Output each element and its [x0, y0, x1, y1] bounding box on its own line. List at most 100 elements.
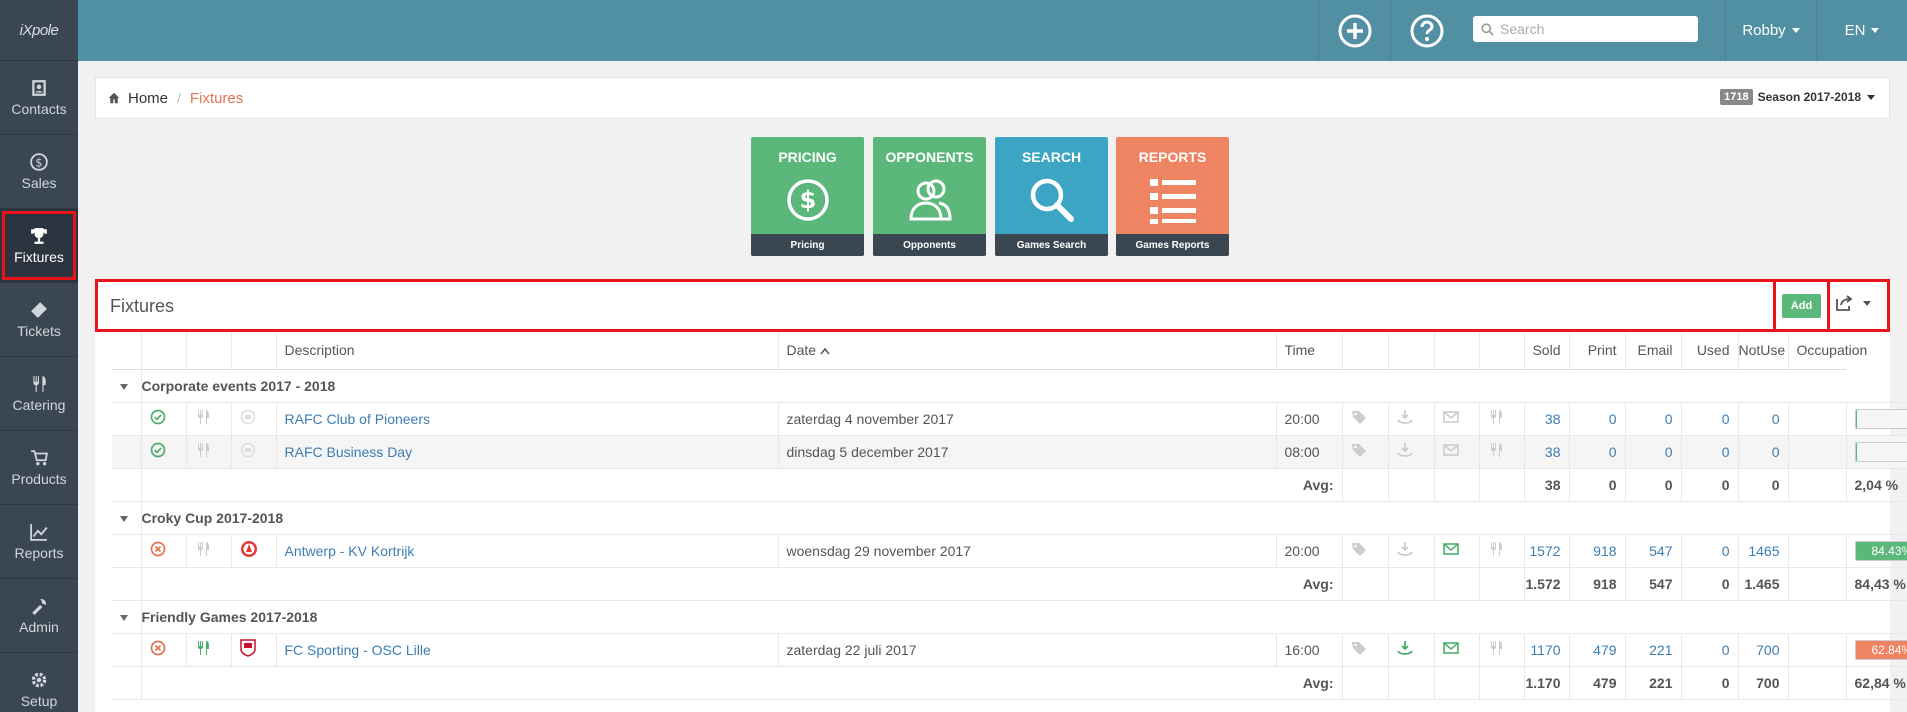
catering-menu-cell[interactable]	[1478, 435, 1524, 469]
print-cell[interactable]: 0	[1568, 402, 1625, 436]
sold-cell[interactable]: 1170	[1523, 633, 1569, 667]
sold-cell[interactable]: 38	[1523, 402, 1569, 436]
group-toggle[interactable]	[112, 600, 141, 634]
group-toggle[interactable]	[112, 501, 141, 535]
catering-cell[interactable]	[185, 534, 231, 568]
used-value[interactable]: 0	[1722, 642, 1730, 658]
table-row[interactable]: FC Sporting - OSC Lille zaterdag 22 juli …	[112, 633, 1907, 667]
column-notuse[interactable]: NotUse	[1737, 332, 1788, 370]
notuse-value[interactable]: 0	[1772, 411, 1780, 427]
print-cell[interactable]: 918	[1568, 534, 1625, 568]
catering-menu-cell[interactable]	[1478, 534, 1524, 568]
email-value[interactable]: 547	[1649, 543, 1672, 559]
fixture-link[interactable]: RAFC Club of Pioneers	[285, 411, 431, 427]
column-sold[interactable]: Sold	[1523, 332, 1569, 370]
email-value[interactable]: 0	[1665, 411, 1673, 427]
status-cell[interactable]	[140, 402, 186, 436]
catering-cell[interactable]	[185, 633, 231, 667]
download-cell[interactable]	[1387, 435, 1434, 469]
column-print[interactable]: Print	[1568, 332, 1625, 370]
column-occupation[interactable]: Occupation	[1787, 332, 1867, 370]
print-value[interactable]: 918	[1593, 543, 1616, 559]
download-cell[interactable]	[1387, 534, 1434, 568]
sold-cell[interactable]: 1572	[1523, 534, 1569, 568]
group-row[interactable]: Corporate events 2017 - 2018	[112, 369, 1907, 403]
catering-menu-cell[interactable]	[1478, 402, 1524, 436]
email-count-cell[interactable]: 0	[1624, 435, 1681, 469]
print-cell[interactable]: 0	[1568, 435, 1625, 469]
status-cell[interactable]	[140, 534, 186, 568]
notuse-cell[interactable]: 0	[1737, 402, 1788, 436]
used-value[interactable]: 0	[1722, 543, 1730, 559]
logo[interactable]: iXpole	[0, 0, 78, 61]
language-menu[interactable]: EN	[1816, 0, 1907, 61]
search-box[interactable]	[1473, 16, 1698, 42]
sidebar-item-contacts[interactable]: Contacts	[0, 61, 78, 135]
sidebar-item-catering[interactable]: Catering	[0, 357, 78, 431]
tile-pricing[interactable]: PRICING $ Pricing	[751, 137, 864, 256]
description-cell[interactable]: FC Sporting - OSC Lille	[275, 633, 778, 667]
sold-value[interactable]: 1170	[1530, 642, 1560, 658]
used-cell[interactable]: 0	[1680, 633, 1738, 667]
print-value[interactable]: 0	[1609, 444, 1617, 460]
sidebar-item-sales[interactable]: $ Sales	[0, 135, 78, 209]
group-toggle[interactable]	[112, 369, 141, 403]
sold-cell[interactable]: 38	[1523, 435, 1569, 469]
description-cell[interactable]: RAFC Business Day	[275, 435, 778, 469]
pricing-cell[interactable]	[1341, 435, 1388, 469]
used-cell[interactable]: 0	[1680, 402, 1738, 436]
used-cell[interactable]: 0	[1680, 435, 1738, 469]
sold-value[interactable]: 38	[1545, 411, 1561, 427]
column-description[interactable]: Description	[275, 332, 778, 370]
sidebar-item-products[interactable]: Products	[0, 431, 78, 505]
add-new-button[interactable]	[1318, 0, 1390, 61]
print-value[interactable]: 479	[1593, 642, 1616, 658]
used-value[interactable]: 0	[1722, 411, 1730, 427]
breadcrumb-home[interactable]: Home	[108, 90, 168, 107]
notuse-cell[interactable]: 1465	[1737, 534, 1788, 568]
season-selector[interactable]: 1718 Season 2017-2018	[1720, 89, 1875, 105]
search-input[interactable]	[1500, 21, 1690, 37]
sidebar-item-tickets[interactable]: Tickets	[0, 283, 78, 357]
tile-search[interactable]: SEARCH Games Search	[995, 137, 1108, 256]
notuse-cell[interactable]: 0	[1737, 435, 1788, 469]
sidebar-item-admin[interactable]: Admin	[0, 579, 78, 653]
column-date[interactable]: Date	[777, 332, 1276, 370]
email-count-cell[interactable]: 547	[1624, 534, 1681, 568]
email-cell[interactable]	[1433, 402, 1479, 436]
email-cell[interactable]	[1433, 534, 1479, 568]
table-row[interactable]: Antwerp - KV Kortrijk woensdag 29 novembe…	[112, 534, 1907, 568]
notuse-value[interactable]: 0	[1772, 444, 1780, 460]
group-row[interactable]: Friendly Games 2017-2018	[112, 600, 1907, 634]
column-used[interactable]: Used	[1680, 332, 1738, 370]
description-cell[interactable]: Antwerp - KV Kortrijk	[275, 534, 778, 568]
download-cell[interactable]	[1387, 402, 1434, 436]
export-menu[interactable]	[1835, 294, 1871, 312]
catering-cell[interactable]	[185, 435, 231, 469]
fixture-link[interactable]: Antwerp - KV Kortrijk	[285, 543, 415, 559]
table-row[interactable]: RAFC Club of Pioneers zaterdag 4 november…	[112, 402, 1907, 436]
column-time[interactable]: Time	[1275, 332, 1342, 370]
help-button[interactable]	[1390, 0, 1462, 61]
notuse-value[interactable]: 1465	[1748, 543, 1779, 559]
status-cell[interactable]	[140, 633, 186, 667]
email-count-cell[interactable]: 221	[1624, 633, 1681, 667]
tile-opponents[interactable]: OPPONENTS Opponents	[873, 137, 986, 256]
email-count-cell[interactable]: 0	[1624, 402, 1681, 436]
print-cell[interactable]: 479	[1568, 633, 1625, 667]
group-row[interactable]: Croky Cup 2017-2018	[112, 501, 1907, 535]
column-email[interactable]: Email	[1624, 332, 1681, 370]
used-cell[interactable]: 0	[1680, 534, 1738, 568]
pricing-cell[interactable]	[1341, 534, 1388, 568]
email-cell[interactable]	[1433, 633, 1479, 667]
used-value[interactable]: 0	[1722, 444, 1730, 460]
sold-value[interactable]: 38	[1545, 444, 1561, 460]
sidebar-item-fixtures[interactable]: Fixtures	[0, 209, 78, 283]
user-menu[interactable]: Robby	[1725, 0, 1816, 61]
email-value[interactable]: 221	[1649, 642, 1672, 658]
fixture-link[interactable]: FC Sporting - OSC Lille	[285, 642, 431, 658]
email-cell[interactable]	[1433, 435, 1479, 469]
add-button[interactable]: Add	[1781, 293, 1822, 318]
sidebar-item-setup[interactable]: Setup	[0, 653, 78, 712]
print-value[interactable]: 0	[1609, 411, 1617, 427]
